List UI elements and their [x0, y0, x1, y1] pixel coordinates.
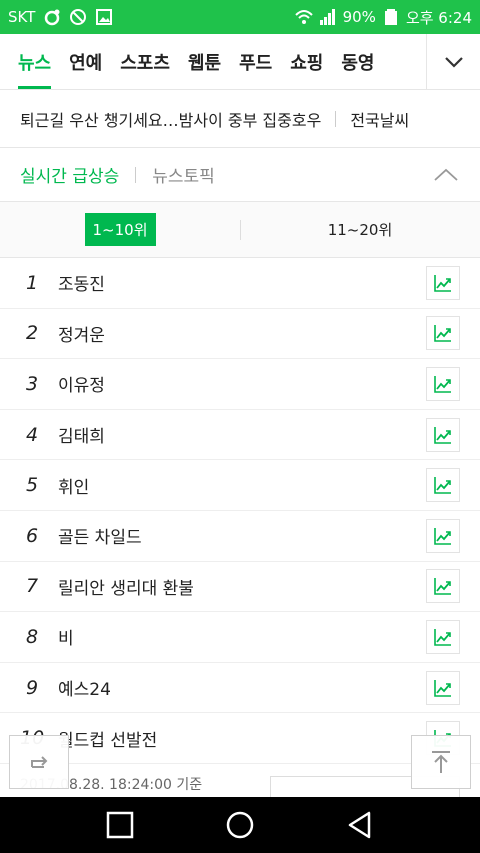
trend-button[interactable]: [426, 417, 460, 452]
keyword[interactable]: 이유정: [58, 371, 426, 396]
rank-number: 4: [25, 423, 39, 446]
trend-chart-icon: [434, 477, 451, 494]
headline-text[interactable]: 퇴근길 우산 챙기세요…밤사이 중부 집중호우: [20, 107, 321, 131]
chevron-down-icon: [444, 56, 463, 68]
ranking-list: 1 조동진 2 정겨운 3 이유정 4 김태희 5 휘인 6 골든 차일드 7 …: [0, 258, 480, 764]
rank-number: 3: [25, 372, 39, 395]
range-tab-11-20[interactable]: 11~20위: [240, 202, 480, 257]
trend-button[interactable]: [426, 619, 460, 654]
list-item[interactable]: 5 휘인: [0, 460, 480, 511]
record-icon: [43, 8, 61, 26]
system-nav-bar: [0, 797, 480, 853]
gallery-icon: [95, 8, 113, 26]
trend-button[interactable]: [426, 366, 460, 401]
trend-button[interactable]: [426, 518, 460, 553]
trend-button[interactable]: [426, 468, 460, 503]
collapse-button[interactable]: [432, 161, 460, 189]
tabs-expand-button[interactable]: [426, 34, 480, 89]
tab-shopping[interactable]: 쇼핑: [290, 34, 323, 89]
list-item[interactable]: 3 이유정: [0, 359, 480, 410]
tab-realtime-rising[interactable]: 실시간 급상승: [20, 162, 119, 187]
tab-news-topic[interactable]: 뉴스토픽: [152, 162, 215, 187]
back-icon[interactable]: [345, 810, 375, 840]
battery-label: 90%: [342, 8, 376, 26]
range-tab-1-10-label: 1~10위: [84, 213, 156, 246]
tab-entertainment[interactable]: 연예: [69, 34, 102, 89]
carrier-label: SKT: [8, 8, 36, 26]
arrow-up-icon: [432, 751, 450, 773]
keyword[interactable]: 골든 차일드: [58, 523, 426, 548]
keyword[interactable]: 비: [58, 624, 426, 649]
recent-apps-icon[interactable]: [105, 810, 135, 840]
rank-number: 6: [25, 524, 39, 547]
rank-number: 5: [25, 474, 39, 497]
scroll-top-button[interactable]: [411, 735, 471, 789]
trend-button[interactable]: [426, 316, 460, 351]
chevron-up-icon: [434, 168, 458, 181]
trend-chart-icon: [434, 426, 451, 444]
signal-icon: [319, 8, 337, 26]
divider: [335, 110, 337, 127]
clock: 오후 6:24: [405, 8, 472, 27]
trend-chart-icon: [434, 375, 451, 393]
trend-chart-icon: [434, 628, 451, 646]
keyword[interactable]: 김태희: [58, 422, 426, 447]
tab-news[interactable]: 뉴스: [18, 34, 52, 89]
home-icon[interactable]: [225, 810, 255, 840]
headline-bar[interactable]: 퇴근길 우산 챙기세요…밤사이 중부 집중호우 전국날씨: [0, 90, 480, 148]
list-item[interactable]: 7 릴리안 생리대 환불: [0, 562, 480, 613]
trend-chart-icon: [434, 325, 451, 343]
trend-chart-icon: [434, 679, 451, 697]
trend-chart-icon: [434, 527, 451, 545]
tab-webtoon[interactable]: 웹툰: [188, 34, 221, 89]
tabs-scroll: 뉴스 연예 스포츠 웹툰 푸드 쇼핑 동영: [0, 34, 426, 89]
list-item[interactable]: 8 비: [0, 612, 480, 663]
keyword[interactable]: 릴리안 생리대 환불: [58, 574, 426, 599]
range-tab-1-10[interactable]: 1~10위: [0, 202, 240, 257]
trend-chart-icon: [434, 274, 451, 292]
weather-link[interactable]: 전국날씨: [350, 107, 409, 131]
list-item[interactable]: 10 월드컵 선발전: [0, 713, 480, 764]
keyword[interactable]: 조동진: [58, 270, 426, 295]
list-item[interactable]: 2 정겨운: [0, 309, 480, 360]
list-item[interactable]: 9 예스24: [0, 663, 480, 714]
category-tabs: 뉴스 연예 스포츠 웹툰 푸드 쇼핑 동영: [0, 34, 480, 90]
trend-button[interactable]: [426, 569, 460, 604]
keyword[interactable]: 휘인: [58, 473, 426, 498]
rank-number: 9: [25, 676, 39, 699]
keyword[interactable]: 예스24: [58, 675, 426, 700]
rank-number: 1: [25, 271, 39, 294]
share-arrow-icon: [31, 756, 48, 768]
tab-food[interactable]: 푸드: [239, 34, 272, 89]
status-bar: SKT 90% 오후 6:24: [0, 0, 480, 34]
battery-icon: [382, 8, 400, 26]
block-icon: [69, 8, 87, 26]
share-button[interactable]: [9, 735, 69, 789]
trend-chart-icon: [434, 578, 451, 596]
trend-button[interactable]: [426, 670, 460, 705]
list-item[interactable]: 1 조동진: [0, 258, 480, 309]
keyword[interactable]: 정겨운: [58, 321, 426, 346]
range-tab-11-20-label: 11~20위: [327, 221, 393, 239]
tab-sports[interactable]: 스포츠: [120, 34, 170, 89]
list-item[interactable]: 6 골든 차일드: [0, 511, 480, 562]
wifi-icon: [294, 8, 313, 26]
divider: [135, 166, 137, 183]
trend-button[interactable]: [426, 265, 460, 300]
list-item[interactable]: 4 김태희: [0, 410, 480, 461]
rank-number: 7: [25, 575, 39, 598]
rank-number: 8: [25, 625, 39, 648]
list-footer: 2017.08.28. 18:24:00 기준: [0, 770, 480, 810]
section-header: 실시간 급상승 뉴스토픽: [0, 148, 480, 202]
keyword[interactable]: 월드컵 선발전: [58, 726, 426, 751]
tab-video[interactable]: 동영: [341, 34, 374, 89]
rank-number: 2: [25, 322, 39, 345]
rank-range-tabs: 1~10위 11~20위: [0, 202, 480, 258]
